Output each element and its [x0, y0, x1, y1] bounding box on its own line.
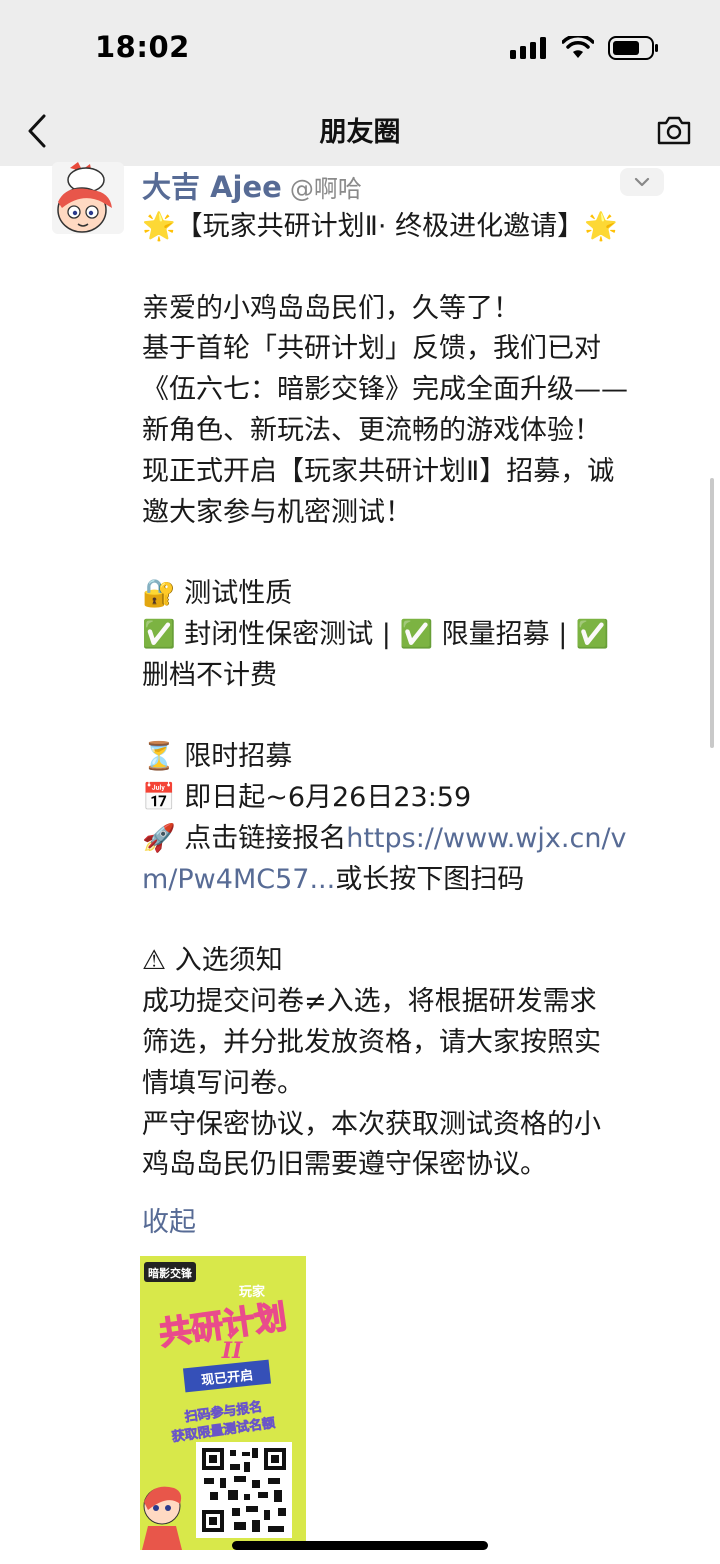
signup-link-continued[interactable]: m/Pw4MC57...: [142, 864, 335, 895]
poster-roman: II: [221, 1338, 243, 1364]
post-line: ⏳ 限时招募: [142, 741, 293, 773]
post-line: [142, 697, 672, 738]
post-line: 严守保密协议，本次获取测试资格的小: [142, 1108, 601, 1140]
more-options-button[interactable]: [620, 168, 664, 196]
post-line: ⚠ 入选须知: [142, 945, 283, 977]
page-title: 朋友圈: [319, 117, 401, 148]
camera-icon[interactable]: [656, 112, 692, 148]
post-line: 亲爱的小鸡岛岛民们，久等了！: [142, 292, 520, 324]
signup-link[interactable]: https://www.wjx.cn/v: [346, 823, 626, 854]
post-line: 《伍六七：暗影交锋》完成全面升级——: [142, 374, 628, 406]
status-bar: 18:02: [0, 0, 720, 100]
cellular-signal-icon: [510, 37, 546, 59]
post-line: 成功提交问卷≠入选，将根据研发需求: [142, 986, 597, 1018]
post-line: 邀大家参与机密测试！: [142, 496, 412, 528]
author-row: 大吉 Ajee @啊哈: [142, 164, 362, 206]
author-name[interactable]: 大吉 Ajee: [142, 164, 282, 206]
post-line: [142, 248, 672, 289]
wifi-icon: [562, 36, 594, 58]
status-icons: [510, 36, 660, 60]
poster-small-title: 玩家: [239, 1284, 266, 1300]
post-line-with-link: 🚀 点击链接报名https://www.wjx.cn/v: [142, 819, 672, 860]
nav-bar: 朋友圈: [0, 100, 720, 166]
avatar[interactable]: [52, 162, 124, 234]
post-text: 或长按下图扫码: [335, 863, 525, 895]
post-line: [142, 901, 672, 942]
post-line: 现正式开启【玩家共研计划Ⅱ】招募，诚: [142, 455, 615, 487]
battery-icon: [608, 36, 658, 60]
post-line: ✅ 封闭性保密测试 | ✅ 限量招募 | ✅: [142, 618, 610, 650]
collapse-button[interactable]: 收起: [142, 1200, 196, 1239]
post-line: 情填写问卷。: [142, 1067, 304, 1099]
chevron-down-icon: [634, 177, 650, 187]
post-text: 🚀 点击链接报名: [142, 822, 347, 854]
post-line: 📅 即日起~6月26日23:59: [142, 782, 472, 814]
poster-logo: 暗影交锋: [148, 1266, 193, 1280]
post-line: 新角色、新玩法、更流畅的游戏体验！: [142, 414, 601, 446]
post-line: 基于首轮「共研计划」反馈，我们已对: [142, 333, 601, 365]
post-image[interactable]: 暗影交锋 玩家 共研计划 II 现已开启 扫码参与报名 获取限量测试名额: [140, 1256, 306, 1550]
post-line: [142, 533, 672, 574]
post-line: 鸡岛岛民仍旧需要遵守保密协议。: [142, 1149, 547, 1181]
post-body: 🌟【玩家共研计划Ⅱ· 终极进化邀请】🌟 亲爱的小鸡岛岛民们，久等了！ 基于首轮「…: [142, 207, 672, 1186]
post-line: 🌟【玩家共研计划Ⅱ· 终极进化邀请】🌟: [142, 211, 618, 242]
author-mention[interactable]: @啊哈: [290, 169, 362, 204]
poster-graphic: 暗影交锋 玩家 共研计划 II 现已开启 扫码参与报名 获取限量测试名额: [140, 1256, 306, 1550]
home-indicator[interactable]: [232, 1541, 488, 1550]
post-line: 筛选，并分批发放资格，请大家按照实: [142, 1026, 601, 1058]
post-line: 删档不计费: [142, 659, 277, 691]
post-line-with-link: m/Pw4MC57...或长按下图扫码: [142, 860, 672, 901]
scrollbar[interactable]: [710, 478, 714, 748]
avatar-image: [52, 162, 124, 234]
status-time: 18:02: [95, 30, 190, 64]
post-line: 🔐 测试性质: [142, 578, 293, 610]
